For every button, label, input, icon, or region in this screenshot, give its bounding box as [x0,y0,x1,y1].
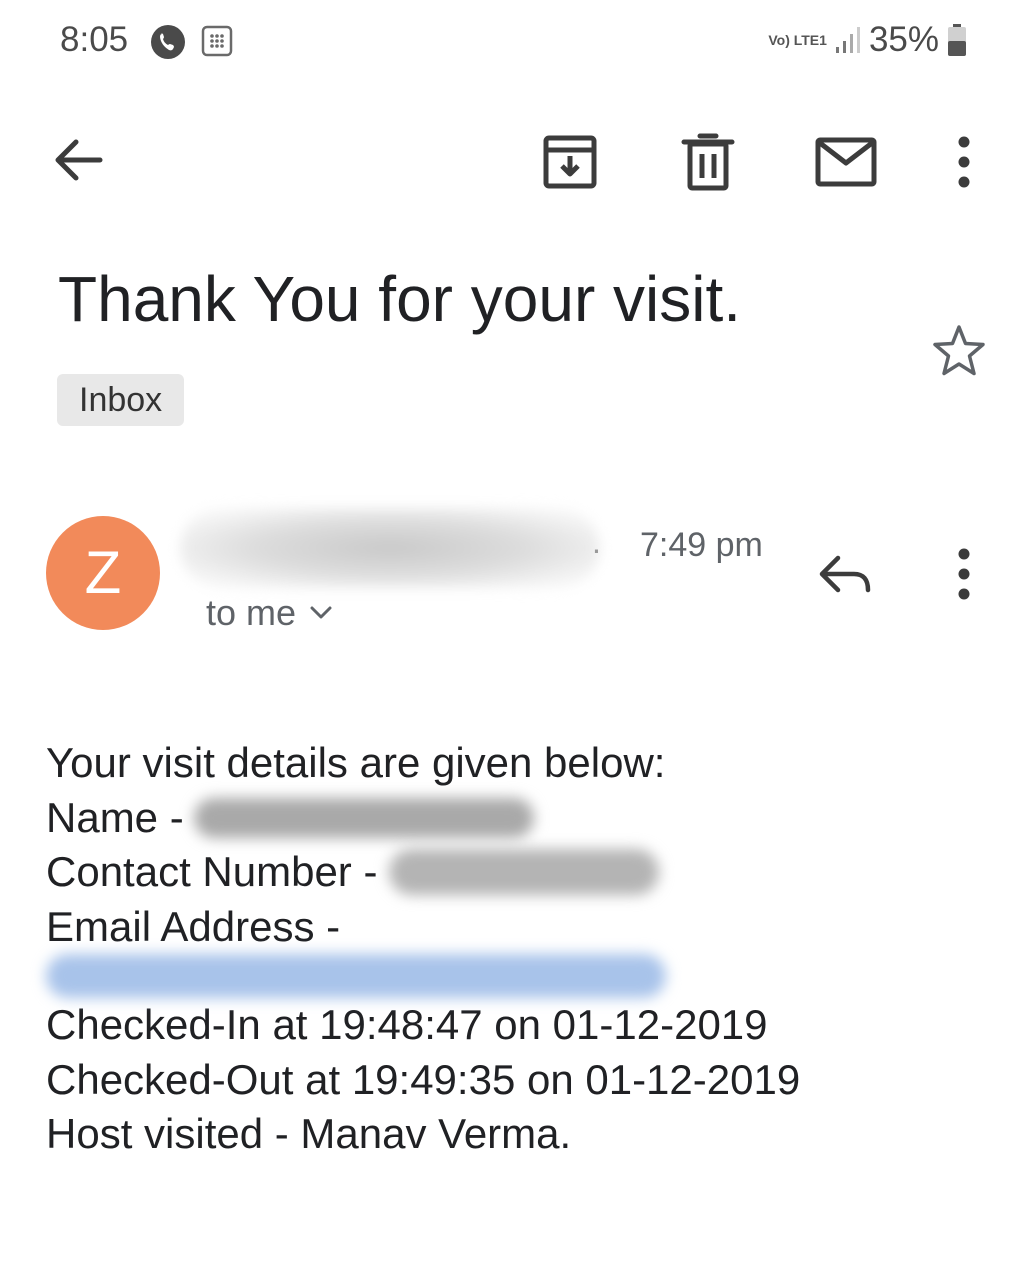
body-contact-line: Contact Number - [46,845,986,900]
body-name-line: Name - [46,791,986,846]
reply-icon [819,555,871,593]
more-vert-icon [958,136,970,188]
recipient-label: to me [206,592,297,633]
status-bar: 8:05 Vo) LTE1 35% [0,0,1027,88]
star-button[interactable] [928,320,990,382]
signal-icon [835,27,860,53]
body-email-value-line [46,954,986,998]
message-more-button[interactable] [940,544,988,604]
mail-icon [815,137,877,187]
archive-icon [543,135,597,189]
archive-button[interactable] [536,128,604,196]
trash-icon [681,133,735,191]
network-label: Vo) LTE1 [768,31,827,48]
contact-label: Contact Number - [46,848,378,895]
body-intro: Your visit details are given below: [46,739,666,786]
contact-value-redacted [389,849,660,896]
email-time: 7:49 pm [640,526,763,564]
status-time: 8:05 [60,20,129,59]
email-value-redacted-link[interactable] [46,954,666,998]
mark-unread-button[interactable] [810,128,882,196]
status-right-group: Vo) LTE1 35% [768,20,967,60]
checked-out-line: Checked-Out at 19:49:35 on 01-12-2019 [46,1055,801,1103]
battery-icon [948,24,966,56]
checked-in-line: Checked-In at 19:48:47 on 01-12-2019 [46,1001,768,1048]
email-label: Email Address - [46,902,341,950]
more-vert-icon [958,548,970,600]
name-value-redacted [193,797,534,838]
sender-ellipsis: . [592,524,601,560]
inbox-label-chip[interactable]: Inbox [57,374,185,426]
name-label: Name - [46,793,184,841]
reply-button[interactable] [812,544,878,604]
phone-call-icon [151,25,185,59]
star-outline-icon [933,325,985,376]
battery-percent: 35% [868,20,939,59]
sender-avatar[interactable]: Z [46,516,160,630]
chevron-down-icon [310,606,332,619]
back-button[interactable] [46,128,110,192]
more-options-button[interactable] [940,130,988,194]
sim-status-icon [201,25,233,57]
delete-button[interactable] [674,128,742,196]
email-body: Your visit details are given below: Name… [46,736,986,1162]
email-subject: Thank You for your visit. [58,263,742,335]
sender-name-redacted [180,508,600,588]
arrow-back-icon [55,139,103,181]
host-line: Host visited - Manav Verma. [46,1110,572,1157]
recipient-toggle[interactable]: to me [206,592,332,634]
